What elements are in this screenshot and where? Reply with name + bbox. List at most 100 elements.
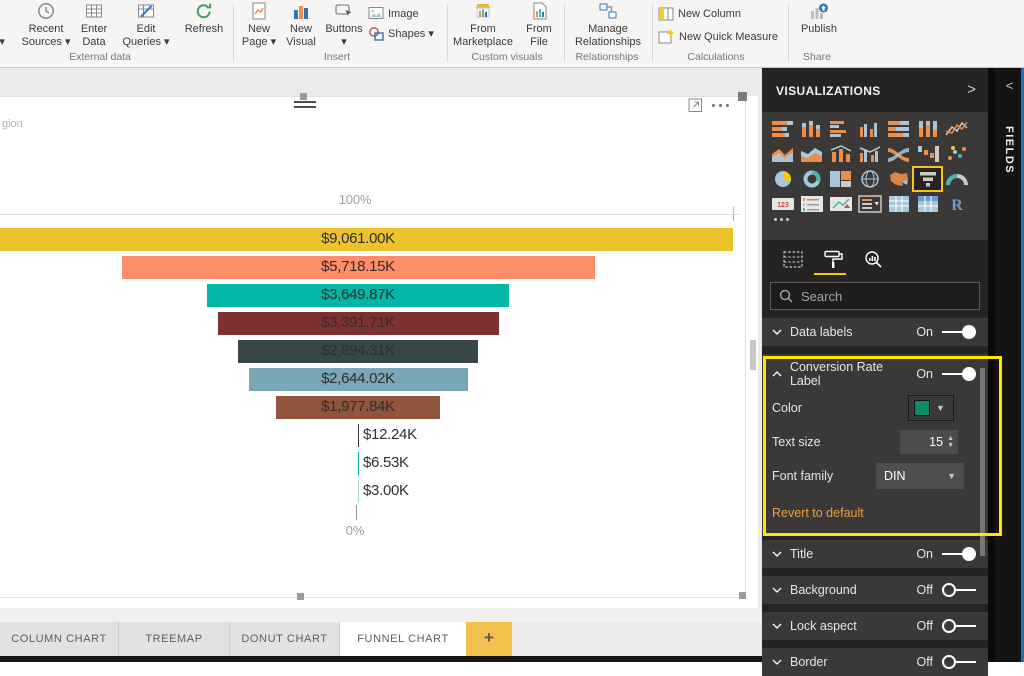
analytics-pane-tab-icon[interactable]	[860, 248, 886, 270]
funnel-bar[interactable]: $12.24K	[0, 424, 758, 447]
lock-aspect-toggle[interactable]	[942, 619, 976, 633]
funnel-bar[interactable]: $3,391.71K	[0, 312, 758, 335]
viz-type-area-chart-icon[interactable]	[768, 142, 797, 166]
edit-queries-icon	[137, 2, 155, 21]
viz-type-gauge-icon[interactable]	[942, 167, 971, 191]
buttons-button[interactable]: Buttons ▾	[322, 0, 366, 52]
new-page-button[interactable]: New Page ▾	[238, 0, 280, 52]
font-family-dropdown[interactable]: DIN ▼	[876, 463, 964, 489]
format-search-box[interactable]: Search	[770, 282, 980, 310]
image-button[interactable]: Image	[368, 6, 419, 21]
border-toggle[interactable]	[942, 655, 976, 669]
from-file-button[interactable]: From File	[516, 0, 562, 52]
viz-type-waterfall-chart-icon[interactable]	[913, 142, 942, 166]
viz-type-stacked-bar-chart-icon[interactable]	[768, 117, 797, 141]
page-tab-column-chart[interactable]: COLUMN CHART	[0, 622, 119, 656]
conversion-rate-label-header[interactable]: Conversion Rate Label On	[762, 360, 988, 388]
publish-button[interactable]: Publish	[792, 0, 846, 52]
recent-sources-label: Recent Sources ▾	[22, 23, 71, 48]
viz-type-clustered-column-chart-icon[interactable]	[855, 117, 884, 141]
viz-type-card-icon[interactable]: 123	[768, 192, 797, 216]
funnel-bar[interactable]: $3.00K	[0, 480, 758, 503]
viz-type-scatter-chart-icon[interactable]	[942, 142, 971, 166]
conversion-rate-bottom-label: 0%	[325, 523, 385, 538]
page-tab-treemap[interactable]: TREEMAP	[119, 622, 230, 656]
resize-handle-bottom-center[interactable]	[297, 593, 304, 600]
ribbon-separator	[447, 4, 448, 62]
section-title[interactable]: Title On	[762, 540, 988, 568]
viz-type-clustered-bar-chart-icon[interactable]	[826, 117, 855, 141]
drag-grip-icon[interactable]	[294, 106, 316, 108]
viz-type-map-icon[interactable]	[855, 167, 884, 191]
page-tab-funnel-chart[interactable]: FUNNEL CHART	[340, 622, 466, 656]
viz-type-stacked-area-chart-icon[interactable]	[797, 142, 826, 166]
viz-type-kpi-icon[interactable]	[826, 192, 855, 216]
section-background[interactable]: Background Off	[762, 576, 988, 604]
panel-scrollbar[interactable]	[980, 368, 985, 556]
viz-type-slicer-icon[interactable]	[855, 192, 884, 216]
edit-queries-button[interactable]: Edit Queries ▾	[118, 0, 174, 52]
viz-type-table-icon[interactable]	[884, 192, 913, 216]
resize-handle-top-center[interactable]	[300, 93, 307, 100]
funnel-bar[interactable]: $6.53K	[0, 452, 758, 475]
from-marketplace-button[interactable]: From Marketplace	[452, 0, 514, 52]
viz-type-filled-map-icon[interactable]	[884, 167, 913, 191]
manage-relationships-button[interactable]: Manage Relationships	[570, 0, 646, 52]
viz-type-pie-chart-icon[interactable]	[768, 167, 797, 191]
funnel-bar[interactable]: $3,649.87K	[0, 284, 758, 307]
new-visual-button[interactable]: New Visual	[280, 0, 322, 52]
more-options-icon[interactable]	[712, 104, 729, 107]
more-visuals-icon[interactable]	[774, 218, 789, 221]
enter-data-button[interactable]: Enter Data	[72, 0, 116, 52]
canvas-vertical-scrollbar[interactable]	[750, 340, 756, 370]
page-tab-donut-chart[interactable]: DONUT CHART	[230, 622, 340, 656]
viz-type-r-script-icon[interactable]: R	[942, 192, 971, 216]
viz-type-funnel-icon[interactable]	[913, 167, 942, 191]
add-page-button[interactable]: +	[466, 622, 512, 656]
get-data-button[interactable]: Get Data ▾	[0, 0, 16, 52]
focus-mode-icon[interactable]	[688, 98, 703, 113]
format-pane-tab-icon[interactable]	[820, 248, 846, 270]
fields-panel-collapsed[interactable]: < FIELDS	[995, 68, 1024, 662]
background-toggle[interactable]	[942, 583, 976, 597]
viz-type-stacked-column-chart-icon[interactable]	[797, 117, 826, 141]
new-column-button[interactable]: New Column	[658, 6, 741, 22]
fields-pane-tab-icon[interactable]	[780, 248, 806, 270]
section-data-labels[interactable]: Data labels On	[762, 318, 988, 346]
panel-collapse-chevron-icon[interactable]: <	[995, 78, 1024, 93]
refresh-button[interactable]: Refresh	[178, 0, 230, 52]
section-lock-aspect[interactable]: Lock aspect Off	[762, 612, 988, 640]
shapes-button[interactable]: Shapes ▾	[368, 26, 434, 41]
viz-type-line-clustered-column-chart-icon[interactable]	[855, 142, 884, 166]
viz-type-multi-row-card-icon[interactable]	[797, 192, 826, 216]
conversion-rate-label-toggle[interactable]	[942, 367, 976, 381]
canvas-footer	[0, 656, 762, 662]
new-quick-measure-button[interactable]: New Quick Measure	[658, 28, 778, 45]
funnel-bar[interactable]: $2,644.02K	[0, 368, 758, 391]
text-size-input[interactable]: 15 ▲▼	[900, 430, 958, 454]
funnel-bar[interactable]: $1,977.84K	[0, 396, 758, 419]
get-data-label: Get Data ▾	[0, 23, 5, 48]
drag-grip-icon[interactable]	[294, 101, 316, 103]
panel-expand-chevron-icon[interactable]: >	[967, 81, 976, 98]
viz-type-line-chart-icon[interactable]	[942, 117, 971, 141]
funnel-bar[interactable]: $9,061.00K	[0, 228, 758, 251]
viz-type-line-stacked-column-chart-icon[interactable]	[826, 142, 855, 166]
funnel-bar[interactable]: $2,894.31K	[0, 340, 758, 363]
viz-type-hundred-stacked-bar-chart-icon[interactable]	[884, 117, 913, 141]
viz-type-hundred-stacked-column-chart-icon[interactable]	[913, 117, 942, 141]
data-labels-toggle[interactable]	[942, 325, 976, 339]
viz-type-matrix-icon[interactable]	[913, 192, 942, 216]
spinner-arrows-icon[interactable]: ▲▼	[947, 435, 954, 449]
recent-sources-button[interactable]: Recent Sources ▾	[20, 0, 72, 52]
viz-type-treemap-icon[interactable]	[826, 167, 855, 191]
resize-handle-top-right[interactable]	[738, 92, 747, 101]
color-picker-dropdown[interactable]: ▼	[908, 395, 954, 421]
section-border[interactable]: Border Off	[762, 648, 988, 676]
resize-handle-bottom-right[interactable]	[739, 592, 746, 599]
title-toggle[interactable]	[942, 547, 976, 561]
revert-to-default-link[interactable]: Revert to default	[772, 506, 864, 520]
viz-type-donut-chart-icon[interactable]	[797, 167, 826, 191]
viz-type-ribbon-chart-icon[interactable]	[884, 142, 913, 166]
funnel-bar[interactable]: $5,718.15K	[0, 256, 758, 279]
